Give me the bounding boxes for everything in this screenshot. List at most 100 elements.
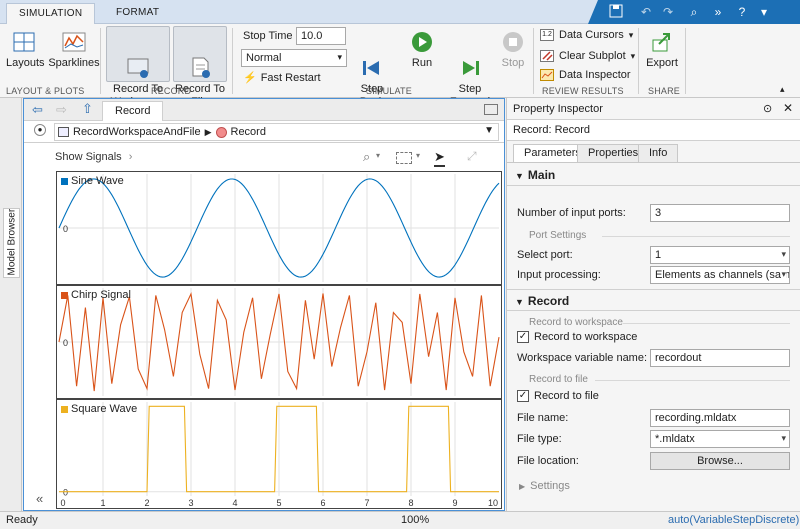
zoom-icon[interactable]: ⌕ xyxy=(363,149,370,165)
expand-icon[interactable]: » xyxy=(710,4,726,20)
section-share: SHARE xyxy=(648,86,681,96)
clear-subplot-button[interactable]: Clear Subplot ▾ xyxy=(540,50,635,62)
chevron-down-icon: ▾ xyxy=(781,268,786,281)
record-to-file-checkbox[interactable]: ✓ Record to file xyxy=(517,390,599,402)
chevron-right-icon: ▶ xyxy=(519,482,526,491)
chevron-down-icon: ▾ xyxy=(781,249,786,259)
section-main[interactable]: ▼ Main xyxy=(507,164,800,186)
sparklines-button[interactable]: Sparklines xyxy=(48,30,100,70)
stop-button[interactable]: Stop xyxy=(497,30,529,70)
step-back-icon xyxy=(359,43,385,75)
chevron-down-icon[interactable]: ▾ xyxy=(376,151,380,160)
close-icon[interactable]: ✕ xyxy=(783,101,793,115)
back-arrow-icon[interactable]: ⇦ xyxy=(32,102,43,118)
expand-icon[interactable]: ⤢ xyxy=(467,149,477,164)
stop-time-input[interactable]: 10.0 xyxy=(296,27,346,45)
sine-wave-legend: Sine Wave xyxy=(61,175,124,187)
input-processing-dropdown[interactable]: Elements as channels (sample ▾ xyxy=(650,266,790,284)
num-ports-input[interactable]: 3 xyxy=(650,204,790,222)
file-type-dropdown[interactable]: *.mldatx ▾ xyxy=(650,430,790,448)
divider xyxy=(623,323,790,324)
stop-time-label: Stop Time xyxy=(243,30,293,42)
export-button[interactable]: Export xyxy=(644,30,680,70)
legend-swatch xyxy=(61,177,68,185)
collapse-toolstrip-icon[interactable]: ▴ xyxy=(780,84,785,95)
plot-sine-wave[interactable]: 0 Sine Wave xyxy=(56,171,502,285)
x-tick-label: 2 xyxy=(144,498,149,508)
workspace-var-input[interactable]: recordout xyxy=(650,349,790,367)
plot-square-wave[interactable]: 0 0 1 2 3 4 5 6 7 8 9 10 Square Wave xyxy=(56,399,502,509)
divider xyxy=(638,28,639,94)
fast-restart-label: Fast Restart xyxy=(260,71,321,84)
simulation-mode-value: Normal xyxy=(246,52,282,64)
tab-info[interactable]: Info xyxy=(638,144,679,162)
save-icon[interactable] xyxy=(608,4,624,20)
layouts-label: Layouts xyxy=(6,57,45,69)
run-button[interactable]: Run xyxy=(404,30,440,70)
select-port-value: 1 xyxy=(655,249,662,261)
chevron-down-icon[interactable]: ▾ xyxy=(416,151,420,160)
dropdown-icon[interactable]: ▾ xyxy=(756,4,772,20)
data-cursors-button[interactable]: 1.2 Data Cursors ▾ xyxy=(540,29,633,41)
simulation-mode-select[interactable]: Normal ▾ xyxy=(241,49,347,67)
undo-icon[interactable]: ↶ xyxy=(638,4,654,20)
select-port-dropdown[interactable]: 1 ▾ xyxy=(650,246,790,264)
legend-label: Sine Wave xyxy=(71,175,124,187)
stop-icon xyxy=(500,30,526,54)
zoom-level: 100% xyxy=(401,514,430,526)
file-name-input[interactable]: recording.mldatx xyxy=(650,409,790,427)
hide-browser-icon[interactable]: ● xyxy=(34,124,46,136)
layouts-button[interactable]: Layouts xyxy=(6,30,45,70)
search-icon[interactable]: ⌕ xyxy=(686,4,702,20)
fit-to-view-icon[interactable] xyxy=(396,152,412,164)
inspector-title: Property Inspector xyxy=(513,103,603,115)
x-tick-label: 3 xyxy=(188,498,193,508)
status-text: Ready xyxy=(6,514,38,526)
browse-button[interactable]: Browse... xyxy=(650,452,790,470)
tab-simulation[interactable]: SIMULATION xyxy=(6,3,96,24)
x-tick-label: 5 xyxy=(276,498,281,508)
collapse-left-icon[interactable]: « xyxy=(36,491,43,506)
section-record[interactable]: ▼ Record xyxy=(507,289,800,311)
x-tick-label: 4 xyxy=(232,498,237,508)
cursor-icon[interactable]: ➤ xyxy=(434,149,445,167)
x-tick-label: 0 xyxy=(60,498,65,508)
solver-link[interactable]: auto(VariableStepDiscrete) xyxy=(668,514,799,526)
chirp-signal-legend: Chirp Signal xyxy=(61,289,131,301)
breadcrumb-block[interactable]: Record xyxy=(231,126,266,138)
keyboard-icon[interactable] xyxy=(484,104,498,115)
toolstrip: Layouts Sparklines LAYOUT & PLOTS Record… xyxy=(0,24,800,108)
chevron-down-icon: ▼ xyxy=(515,297,524,307)
num-ports-label: Number of input ports: xyxy=(517,207,626,219)
fast-restart-toggle[interactable]: ⚡ Fast Restart xyxy=(243,71,321,85)
record-to-workspace-checkbox[interactable]: ✓ Record to workspace xyxy=(517,331,637,343)
help-icon[interactable]: ? xyxy=(734,4,750,20)
plot-chirp-signal[interactable]: 0 Chirp Signal xyxy=(56,285,502,399)
run-label: Run xyxy=(411,57,433,69)
options-icon[interactable]: ⊙ xyxy=(763,102,772,115)
up-arrow-icon[interactable]: ⇧ xyxy=(82,101,93,117)
model-browser-tab[interactable]: Model Browser xyxy=(3,208,20,278)
x-tick-label: 1 xyxy=(100,498,105,508)
redo-icon[interactable]: ↷ xyxy=(660,4,676,20)
y-tick-label: 0 xyxy=(63,488,68,498)
legend-swatch xyxy=(61,405,68,413)
sparklines-label: Sparklines xyxy=(48,57,100,69)
workspace-icon xyxy=(125,43,151,78)
legend-label: Chirp Signal xyxy=(71,289,131,301)
section-settings[interactable]: ▶ Settings xyxy=(519,480,570,492)
data-inspector-label: Data Inspector xyxy=(559,69,631,81)
input-processing-label: Input processing: xyxy=(517,269,601,281)
divider xyxy=(100,28,101,94)
show-signals-link[interactable]: Show Signals › xyxy=(55,151,132,163)
tab-record[interactable]: Record xyxy=(102,101,164,121)
forward-arrow-icon[interactable]: ⇨ xyxy=(56,102,67,118)
checkmark-icon: ✓ xyxy=(517,331,529,343)
data-inspector-button[interactable]: Data Inspector xyxy=(540,69,631,81)
checkmark-icon: ✓ xyxy=(517,390,529,402)
breadcrumb-model[interactable]: RecordWorkspaceAndFile xyxy=(73,126,201,138)
chevron-down-icon[interactable]: ▼ xyxy=(484,125,494,136)
tab-format[interactable]: FORMAT xyxy=(104,3,171,24)
data-cursors-icon: 1.2 xyxy=(540,29,554,41)
run-icon xyxy=(409,30,435,54)
